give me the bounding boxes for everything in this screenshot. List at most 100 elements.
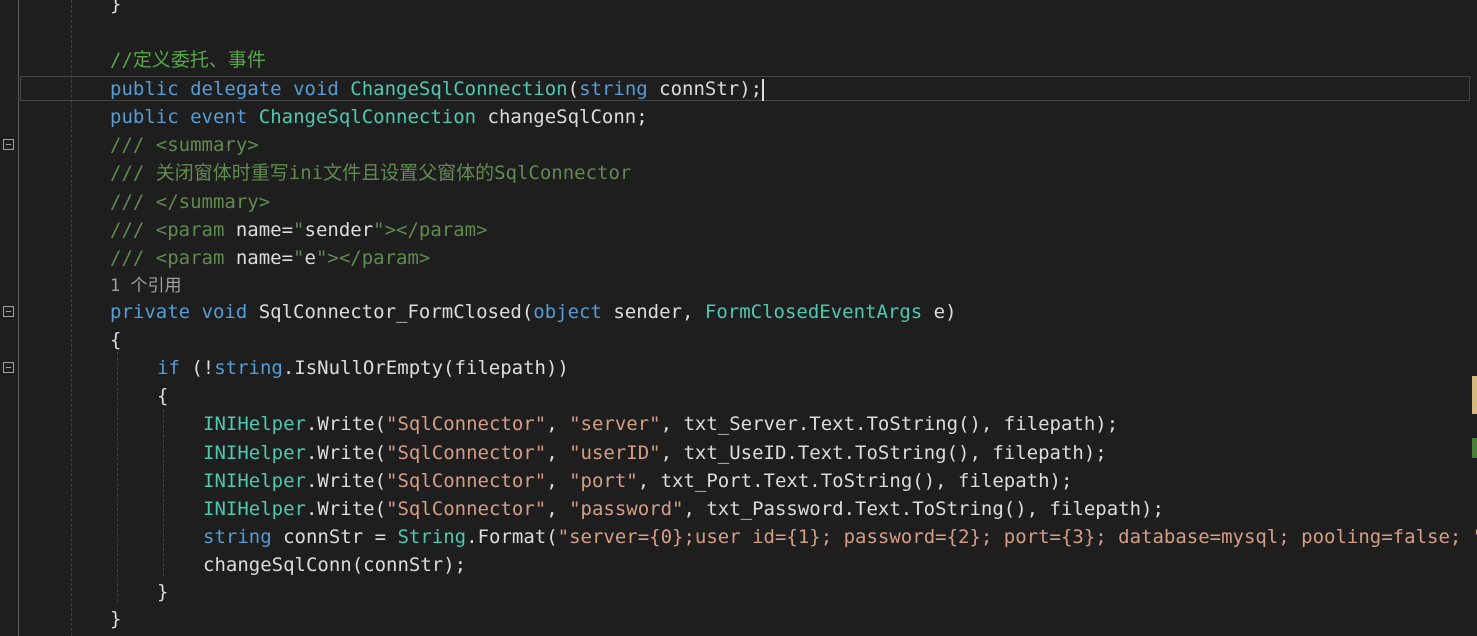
code-token: INIHelper: [203, 498, 306, 520]
code-line[interactable]: public delegate void ChangeSqlConnection…: [110, 75, 765, 103]
code-line[interactable]: string connStr = String.Format("server={…: [203, 523, 1477, 551]
code-token: "server={0};user id={1}; password={2}; p…: [557, 526, 1477, 548]
code-token: string: [214, 357, 283, 379]
code-line[interactable]: public event ChangeSqlConnection changeS…: [110, 103, 648, 131]
code-token: (: [567, 78, 580, 100]
code-token: ///: [110, 191, 156, 213]
code-token: "></param>: [315, 247, 431, 269]
code-token: name=: [224, 247, 294, 269]
code-token: private: [110, 301, 191, 323]
code-token: object: [533, 301, 602, 323]
code-token: ,: [546, 498, 570, 520]
code-line[interactable]: INIHelper.Write("SqlConnector", "userID"…: [203, 439, 1107, 467]
indent-guide: [117, 352, 118, 602]
code-token: .Write(: [305, 470, 387, 492]
code-token: ,: [546, 470, 570, 492]
code-token: </summary>: [155, 191, 271, 213]
code-line[interactable]: }: [157, 578, 168, 606]
code-token: "server": [569, 413, 661, 435]
scrollbar-marker: [1472, 438, 1477, 458]
code-token: INIHelper: [203, 413, 306, 435]
collapse-region-icon[interactable]: [3, 362, 14, 373]
code-token: ///: [110, 247, 156, 269]
code-token: .IsNullOrEmpty(filepath)): [282, 357, 569, 379]
code-token: connStr =: [271, 526, 398, 548]
code-line[interactable]: /// 关闭窗体时重写ini文件且设置父窗体的SqlConnector: [110, 159, 631, 187]
code-line[interactable]: {: [110, 326, 121, 354]
code-token: (!: [179, 357, 215, 379]
code-token: public: [110, 106, 179, 128]
code-token: "SqlConnector": [386, 498, 547, 520]
code-token: INIHelper: [203, 470, 306, 492]
code-token: "></param>: [373, 219, 488, 241]
code-token: ///: [110, 134, 156, 156]
code-token: 1 个引用: [110, 276, 182, 296]
code-token: void: [201, 301, 248, 323]
code-line[interactable]: 1 个引用: [110, 271, 181, 299]
code-token: "SqlConnector": [386, 413, 547, 435]
code-token: delegate: [190, 78, 282, 100]
code-token: .Format(: [466, 526, 558, 548]
code-token: ,: [546, 442, 570, 464]
code-token: {: [157, 385, 169, 407]
code-token: "SqlConnector": [386, 470, 547, 492]
code-token: sender,: [601, 301, 705, 323]
code-line[interactable]: }: [110, 0, 121, 18]
code-token: ,: [546, 413, 570, 435]
code-line[interactable]: INIHelper.Write("SqlConnector", "server"…: [203, 410, 1118, 438]
code-line[interactable]: }: [110, 605, 121, 633]
code-token: {: [110, 329, 122, 351]
code-line[interactable]: /// <summary>: [110, 131, 259, 159]
code-line[interactable]: INIHelper.Write("SqlConnector", "passwor…: [203, 495, 1164, 523]
code-line[interactable]: /// <param name="e"></param>: [110, 244, 430, 272]
code-token: /// 关闭窗体时重写ini文件且设置父窗体的SqlConnector: [110, 162, 632, 184]
code-editor[interactable]: } //定义委托、事件 public delegate void ChangeSql…: [0, 0, 1477, 636]
code-token: ": [293, 219, 305, 241]
code-line[interactable]: private void SqlConnector_FormClosed(obj…: [110, 298, 957, 326]
code-token: String: [397, 526, 467, 548]
code-token: ChangeSqlConnection: [258, 106, 477, 128]
code-token: string: [203, 526, 272, 548]
code-token: FormClosedEventArgs: [704, 301, 923, 323]
code-token: connStr);: [647, 78, 763, 100]
code-token: <param: [155, 247, 225, 269]
indent-guide: [163, 410, 164, 576]
code-line[interactable]: changeSqlConn(connStr);: [203, 551, 466, 579]
code-token: e: [304, 247, 316, 269]
code-line[interactable]: {: [157, 382, 168, 410]
scrollbar-marker: [1472, 376, 1477, 414]
code-token: SqlConnector_FormClosed(: [247, 301, 534, 323]
code-line[interactable]: if (!string.IsNullOrEmpty(filepath)): [157, 354, 569, 382]
code-token: }: [157, 581, 169, 603]
gutter-border: [18, 0, 19, 636]
code-token: INIHelper: [203, 442, 306, 464]
code-line[interactable]: /// </summary>: [110, 188, 270, 216]
code-token: changeSqlConn;: [476, 106, 648, 128]
text-caret: [762, 78, 765, 101]
collapse-region-icon[interactable]: [3, 139, 14, 150]
code-token: ///: [110, 219, 156, 241]
code-token: }: [110, 608, 122, 630]
code-token: if: [157, 357, 180, 379]
code-token: .Write(: [305, 413, 387, 435]
code-token: event: [190, 106, 248, 128]
code-token: name=: [224, 219, 294, 241]
code-token: , txt_UseID.Text.ToString(), filepath);: [660, 442, 1107, 464]
code-line[interactable]: /// <param name="sender"></param>: [110, 216, 488, 244]
code-token: changeSqlConn(connStr);: [203, 554, 467, 576]
code-line[interactable]: //定义委托、事件: [110, 46, 266, 74]
code-token: string: [579, 78, 648, 100]
code-line[interactable]: INIHelper.Write("SqlConnector", "port", …: [203, 467, 1072, 495]
code-token: "port": [569, 470, 638, 492]
code-token: "SqlConnector": [386, 442, 547, 464]
code-token: .Write(: [305, 442, 387, 464]
code-token: , txt_Password.Text.ToString(), filepath…: [683, 498, 1164, 520]
collapse-region-icon[interactable]: [3, 306, 14, 317]
code-token: //定义委托、事件: [110, 49, 266, 71]
code-token: , txt_Server.Text.ToString(), filepath);: [660, 413, 1119, 435]
